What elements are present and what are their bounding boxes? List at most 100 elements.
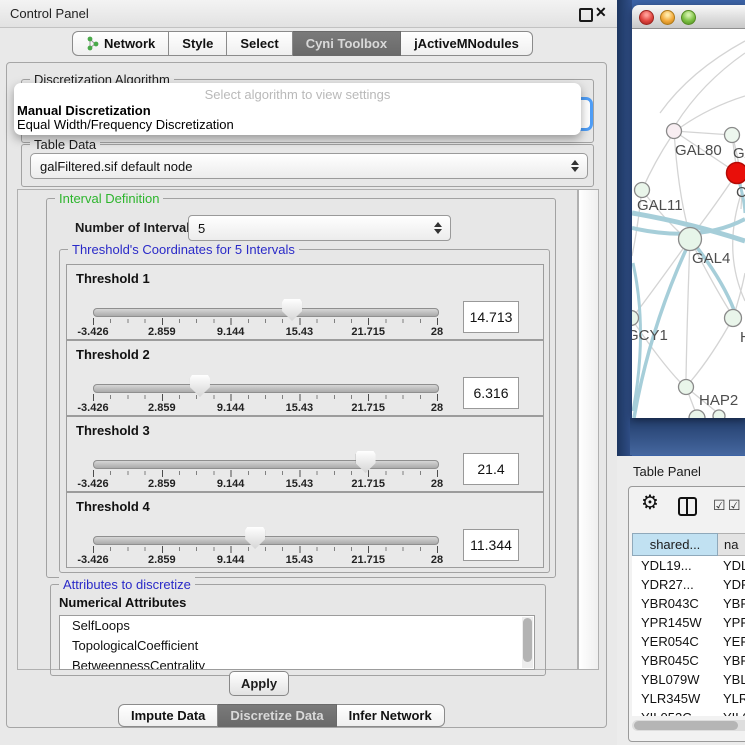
tab-label: jActiveMNodules xyxy=(414,36,519,51)
slider-scale-labels: -3.426 2.859 9.144 15.43 21.715 28 xyxy=(93,478,437,490)
threshold-3-box: Threshold 3 -3.426 2.859 9.144 15.43 xyxy=(66,416,544,492)
cell: YLR3 xyxy=(716,691,745,706)
dropdown-option-equal-width[interactable]: Equal Width/Frequency Discretization xyxy=(17,117,234,132)
table-data-group: Table Data galFiltered.sif default node xyxy=(21,144,594,187)
scale-label: 15.43 xyxy=(286,402,314,414)
numerical-attributes-label: Numerical Attributes xyxy=(59,595,186,610)
tab-select[interactable]: Select xyxy=(227,31,292,56)
node-green-top[interactable] xyxy=(725,128,740,143)
tab-label: Select xyxy=(240,36,278,51)
scale-label: 21.715 xyxy=(351,478,385,490)
threshold-4-slider[interactable]: -3.426 2.859 9.144 15.43 21.715 28 xyxy=(93,527,438,567)
scale-label: 28 xyxy=(431,402,443,414)
tab-cyni-toolbox[interactable]: Cyni Toolbox xyxy=(293,31,401,56)
slider-track[interactable] xyxy=(93,460,439,469)
scale-label: 9.144 xyxy=(217,402,245,414)
network-view-window: GAL80 GA C GAL11 GAL4 GCY1 H HAP2 xyxy=(632,5,745,418)
tab-infer-network[interactable]: Infer Network xyxy=(337,704,445,727)
node-bottom-right[interactable] xyxy=(713,410,725,418)
gear-icon[interactable]: ⚙ xyxy=(641,493,659,513)
scale-label: 28 xyxy=(431,478,443,490)
table-data-combo[interactable]: galFiltered.sif default node xyxy=(30,153,588,179)
slider-major-ticks xyxy=(93,470,438,477)
tab-discretize-data[interactable]: Discretize Data xyxy=(218,704,336,727)
slider-scale-labels: -3.426 2.859 9.144 15.43 21.715 28 xyxy=(93,554,437,566)
scrollbar-thumb[interactable] xyxy=(523,618,532,662)
list-item[interactable]: TopologicalCoefficient xyxy=(60,636,534,656)
node-gcy1[interactable] xyxy=(632,311,639,326)
zoom-traffic-light-icon[interactable] xyxy=(681,10,696,25)
threshold-2-value-field[interactable]: 6.316 xyxy=(463,377,519,409)
slider-scale-labels: -3.426 2.859 9.144 15.43 21.715 28 xyxy=(93,402,437,414)
tab-label: Infer Network xyxy=(349,708,432,723)
list-item[interactable]: BetweennessCentrality xyxy=(60,656,534,670)
tab-jactivemnodules[interactable]: jActiveMNodules xyxy=(401,31,533,56)
table-row[interactable]: YBR045CYBR0 xyxy=(632,651,745,670)
node-gal4[interactable] xyxy=(679,228,702,251)
threshold-1-value-field[interactable]: 14.713 xyxy=(463,301,519,333)
table-row[interactable]: YBR043CYBR0 xyxy=(632,594,745,613)
column-header-name[interactable]: na xyxy=(718,533,745,556)
table-row[interactable]: YIL052CYIL0 xyxy=(632,708,745,716)
node-gal11[interactable] xyxy=(635,183,650,198)
interval-definition-group: Interval Definition Number of Intervals … xyxy=(46,198,556,578)
slider-track[interactable] xyxy=(93,308,439,317)
node-label: GCY1 xyxy=(632,327,668,344)
node-label: C xyxy=(736,184,745,201)
minimize-traffic-light-icon[interactable] xyxy=(660,10,675,25)
list-scrollbar[interactable] xyxy=(522,617,533,668)
threshold-2-slider[interactable]: -3.426 2.859 9.144 15.43 21.715 28 xyxy=(93,375,438,415)
table-row[interactable]: YDL19...YDL1 xyxy=(632,556,745,575)
table-row[interactable]: YER054CYER0 xyxy=(632,632,745,651)
close-traffic-light-icon[interactable] xyxy=(639,10,654,25)
scale-label: 21.715 xyxy=(351,402,385,414)
table-row[interactable]: YBL079WYBL0 xyxy=(632,670,745,689)
tab-impute-data[interactable]: Impute Data xyxy=(118,704,218,727)
number-of-intervals-value: 5 xyxy=(198,221,205,236)
cyni-toolbox-panel: Discretization Algorithm Select algorith… xyxy=(6,62,607,728)
apply-button[interactable]: Apply xyxy=(229,671,289,696)
algorithm-dropdown-popup: Select algorithm to view settings Manual… xyxy=(14,83,581,135)
tab-style[interactable]: Style xyxy=(169,31,227,56)
threshold-label: Threshold 1 xyxy=(76,271,150,286)
column-header-shared-name[interactable]: shared... xyxy=(632,533,718,556)
combo-stepper-icon xyxy=(571,160,579,172)
float-window-icon[interactable] xyxy=(579,8,593,22)
node-h[interactable] xyxy=(725,310,742,327)
dropdown-option-manual[interactable]: Manual Discretization xyxy=(17,103,151,118)
threshold-3-value-field[interactable]: 21.4 xyxy=(463,453,519,485)
table-row[interactable]: YPR145WYPR1 xyxy=(632,613,745,632)
slider-major-ticks xyxy=(93,394,438,401)
threshold-4-value-field[interactable]: 11.344 xyxy=(463,529,519,561)
table-horizontal-scrollbar[interactable] xyxy=(632,720,745,731)
node-selected-red[interactable] xyxy=(727,163,745,184)
checkbox-icon[interactable]: ☑ xyxy=(728,498,741,512)
list-item[interactable]: SelfLoops xyxy=(60,616,534,636)
cell: YDL19... xyxy=(632,558,716,573)
scale-label: -3.426 xyxy=(77,402,108,414)
numerical-attributes-list[interactable]: SelfLoops TopologicalCoefficient Between… xyxy=(59,615,535,670)
slider-track[interactable] xyxy=(93,536,439,545)
close-icon[interactable]: ✕ xyxy=(595,4,607,21)
number-of-intervals-combo[interactable]: 5 xyxy=(188,215,451,241)
node-hap2[interactable] xyxy=(679,380,694,395)
number-of-intervals-label: Number of Intervals xyxy=(75,220,197,235)
scale-label: 15.43 xyxy=(286,326,314,338)
settings-vertical-scrollbar[interactable] xyxy=(578,189,599,670)
control-panel-title: Control Panel xyxy=(10,6,89,21)
checkbox-icon[interactable]: ☑ xyxy=(713,498,726,512)
split-columns-icon[interactable] xyxy=(678,497,697,516)
network-canvas[interactable]: GAL80 GA C GAL11 GAL4 GCY1 H HAP2 xyxy=(632,29,745,418)
slider-track[interactable] xyxy=(93,384,439,393)
node-gal80[interactable] xyxy=(667,124,682,139)
threshold-label: Threshold 4 xyxy=(76,499,150,514)
table-panel: Table Panel ⚙ ☑ ☑ shared... na YDL19...Y… xyxy=(617,456,745,745)
scrollbar-thumb[interactable] xyxy=(634,721,738,730)
threshold-label: Threshold 3 xyxy=(76,423,150,438)
node-bottom-left[interactable] xyxy=(689,410,705,418)
table-row[interactable]: YLR345WYLR3 xyxy=(632,689,745,708)
table-row[interactable]: YDR27...YDR2 xyxy=(632,575,745,594)
threshold-1-slider[interactable]: -3.426 2.859 9.144 15.43 21.715 28 xyxy=(93,299,438,339)
tab-network[interactable]: Network xyxy=(72,31,169,56)
threshold-3-slider[interactable]: -3.426 2.859 9.144 15.43 21.715 28 xyxy=(93,451,438,491)
